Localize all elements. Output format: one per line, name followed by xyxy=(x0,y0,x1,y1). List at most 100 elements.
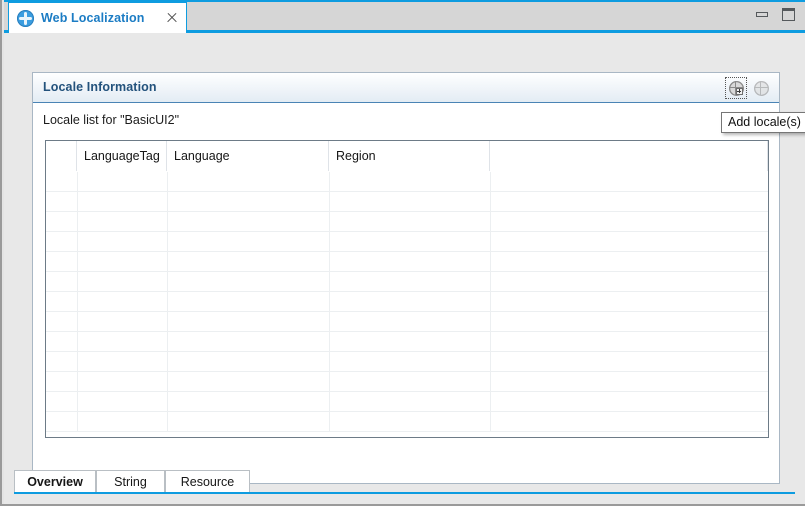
locale-information-section: Locale Information Locale list for "Basi… xyxy=(32,72,780,484)
cell-separator xyxy=(77,252,78,272)
cell-separator xyxy=(77,332,78,352)
cell-separator xyxy=(329,192,330,212)
window-controls xyxy=(755,8,795,22)
locale-table-header: LanguageTagLanguageRegion xyxy=(46,141,768,172)
cell-separator xyxy=(490,412,491,432)
cell-separator xyxy=(167,292,168,312)
cell-separator xyxy=(329,392,330,412)
locale-table-body[interactable] xyxy=(46,172,768,432)
cell-separator xyxy=(490,372,491,392)
plus-badge-icon xyxy=(736,88,743,95)
section-header: Locale Information xyxy=(33,73,779,103)
cell-separator xyxy=(77,232,78,252)
table-row[interactable] xyxy=(46,332,768,352)
cell-separator xyxy=(329,272,330,292)
table-row[interactable] xyxy=(46,372,768,392)
table-row[interactable] xyxy=(46,192,768,212)
table-row[interactable] xyxy=(46,352,768,372)
table-row[interactable] xyxy=(46,252,768,272)
minimize-button[interactable] xyxy=(755,8,769,22)
cell-separator xyxy=(77,292,78,312)
cell-separator xyxy=(167,212,168,232)
column-header-region[interactable]: Region xyxy=(329,141,490,171)
cell-separator xyxy=(490,312,491,332)
table-row[interactable] xyxy=(46,172,768,192)
cell-separator xyxy=(167,272,168,292)
cell-separator xyxy=(167,312,168,332)
cell-separator xyxy=(329,172,330,192)
table-row[interactable] xyxy=(46,292,768,312)
bottom-tab-bar: Overview String Resource xyxy=(14,470,795,494)
table-row[interactable] xyxy=(46,212,768,232)
section-title: Locale Information xyxy=(43,80,157,94)
tab-overview[interactable]: Overview xyxy=(14,470,96,492)
cell-separator xyxy=(77,172,78,192)
editor-body: Locale Information Locale list for "Basi… xyxy=(4,33,805,504)
cell-separator xyxy=(329,232,330,252)
cell-separator xyxy=(77,312,78,332)
add-locales-button[interactable] xyxy=(725,77,747,99)
table-row[interactable] xyxy=(46,412,768,432)
cell-separator xyxy=(77,392,78,412)
column-header-language[interactable]: Language xyxy=(167,141,329,171)
cell-separator xyxy=(490,192,491,212)
cell-separator xyxy=(329,312,330,332)
tab-string[interactable]: String xyxy=(96,470,165,492)
tab-label: String xyxy=(114,475,147,489)
cell-separator xyxy=(490,232,491,252)
column-header-languagetag[interactable]: LanguageTag xyxy=(77,141,167,171)
table-row[interactable] xyxy=(46,392,768,412)
cell-separator xyxy=(77,272,78,292)
editor-tab-bar: Web Localization xyxy=(4,0,805,33)
cell-separator xyxy=(167,372,168,392)
cell-separator xyxy=(329,372,330,392)
column-header-blank[interactable] xyxy=(490,141,768,171)
cell-separator xyxy=(329,292,330,312)
table-row[interactable] xyxy=(46,312,768,332)
globe-icon xyxy=(17,10,34,27)
tab-label: Resource xyxy=(181,475,235,489)
locale-table[interactable]: LanguageTagLanguageRegion xyxy=(45,140,769,438)
cell-separator xyxy=(167,352,168,372)
cell-separator xyxy=(490,292,491,312)
cell-separator xyxy=(167,332,168,352)
remove-locales-button[interactable] xyxy=(750,77,772,99)
cell-separator xyxy=(329,352,330,372)
cell-separator xyxy=(490,172,491,192)
editor-tab-web-localization[interactable]: Web Localization xyxy=(8,2,187,33)
application-window: Web Localization Locale Information xyxy=(0,0,805,506)
globe-plus-icon xyxy=(729,81,744,96)
locale-list-caption: Locale list for "BasicUI2" xyxy=(43,113,179,127)
close-icon[interactable] xyxy=(164,10,180,26)
cell-separator xyxy=(167,192,168,212)
cell-separator xyxy=(490,392,491,412)
section-toolbar xyxy=(725,77,772,99)
column-header-blank[interactable] xyxy=(46,141,77,171)
cell-separator xyxy=(77,372,78,392)
cell-separator xyxy=(490,332,491,352)
cell-separator xyxy=(77,192,78,212)
cell-separator xyxy=(329,412,330,432)
cell-separator xyxy=(167,172,168,192)
cell-separator xyxy=(167,412,168,432)
editor-tab-label: Web Localization xyxy=(41,11,144,25)
cell-separator xyxy=(167,232,168,252)
table-row[interactable] xyxy=(46,272,768,292)
cell-separator xyxy=(490,212,491,232)
cell-separator xyxy=(329,252,330,272)
table-row[interactable] xyxy=(46,232,768,252)
cell-separator xyxy=(490,272,491,292)
cell-separator xyxy=(77,212,78,232)
cell-separator xyxy=(77,352,78,372)
bottom-tabs-accent-line xyxy=(14,492,795,494)
tab-resource[interactable]: Resource xyxy=(165,470,250,492)
cell-separator xyxy=(167,392,168,412)
cell-separator xyxy=(490,352,491,372)
globe-icon xyxy=(754,81,769,96)
cell-separator xyxy=(490,252,491,272)
cell-separator xyxy=(167,252,168,272)
maximize-button[interactable] xyxy=(781,8,795,22)
tab-label: Overview xyxy=(27,475,83,489)
tooltip: Add locale(s) xyxy=(721,112,805,133)
cell-separator xyxy=(77,412,78,432)
